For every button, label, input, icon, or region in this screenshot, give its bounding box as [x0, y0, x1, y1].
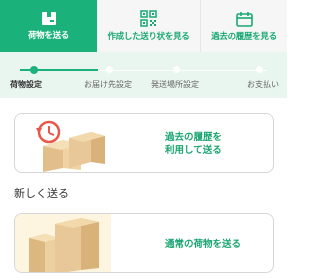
tab-label: 作成した送り状を見る: [107, 32, 190, 42]
send-regular-package-card[interactable]: 通常の荷物を送る: [14, 213, 274, 273]
calendar-icon: [235, 11, 253, 27]
tab-view-created-slips[interactable]: 作成した送り状を見る: [97, 0, 201, 52]
step-dot-4: [256, 66, 263, 73]
tab-label: 過去の履歴を見る: [211, 31, 277, 42]
top-tab-bar: 荷物を送る 作成した送り状を見る 過去の履歴を見る: [0, 0, 287, 52]
box-history-illustration: [36, 120, 105, 172]
step-dot-2: [106, 66, 113, 73]
qr-code-icon: [140, 10, 157, 27]
history-card-line2: 利用して送る: [165, 145, 222, 156]
package-thumbnail: [15, 214, 111, 272]
tab-send-package[interactable]: 荷物を送る: [0, 0, 97, 52]
box-icon: [41, 12, 56, 25]
step-label-shipping-location: 発送場所設定: [151, 80, 199, 89]
progress-stepper: 荷物設定 お届け先設定 発送場所設定 お支払い: [0, 52, 287, 98]
regular-package-label: 通常の荷物を送る: [165, 239, 242, 250]
section-title-send-new: 新しく送る: [14, 187, 69, 200]
step-label-package-settings: 荷物設定: [10, 80, 42, 89]
step-dot-1: [30, 66, 38, 74]
history-card-line1: 過去の履歴を: [165, 132, 223, 143]
step-label-payment: お支払い: [247, 80, 279, 89]
tab-label: 荷物を送る: [27, 31, 69, 41]
history-icon: [36, 120, 61, 144]
use-history-card[interactable]: 過去の履歴を 利用して送る: [14, 113, 274, 173]
step-dot-3: [173, 66, 180, 73]
tab-view-history[interactable]: 過去の履歴を見る: [201, 0, 287, 52]
box-illustration: [29, 218, 99, 272]
history-card-label: 過去の履歴を 利用して送る: [165, 131, 222, 157]
step-label-destination: お届け先設定: [84, 80, 132, 89]
